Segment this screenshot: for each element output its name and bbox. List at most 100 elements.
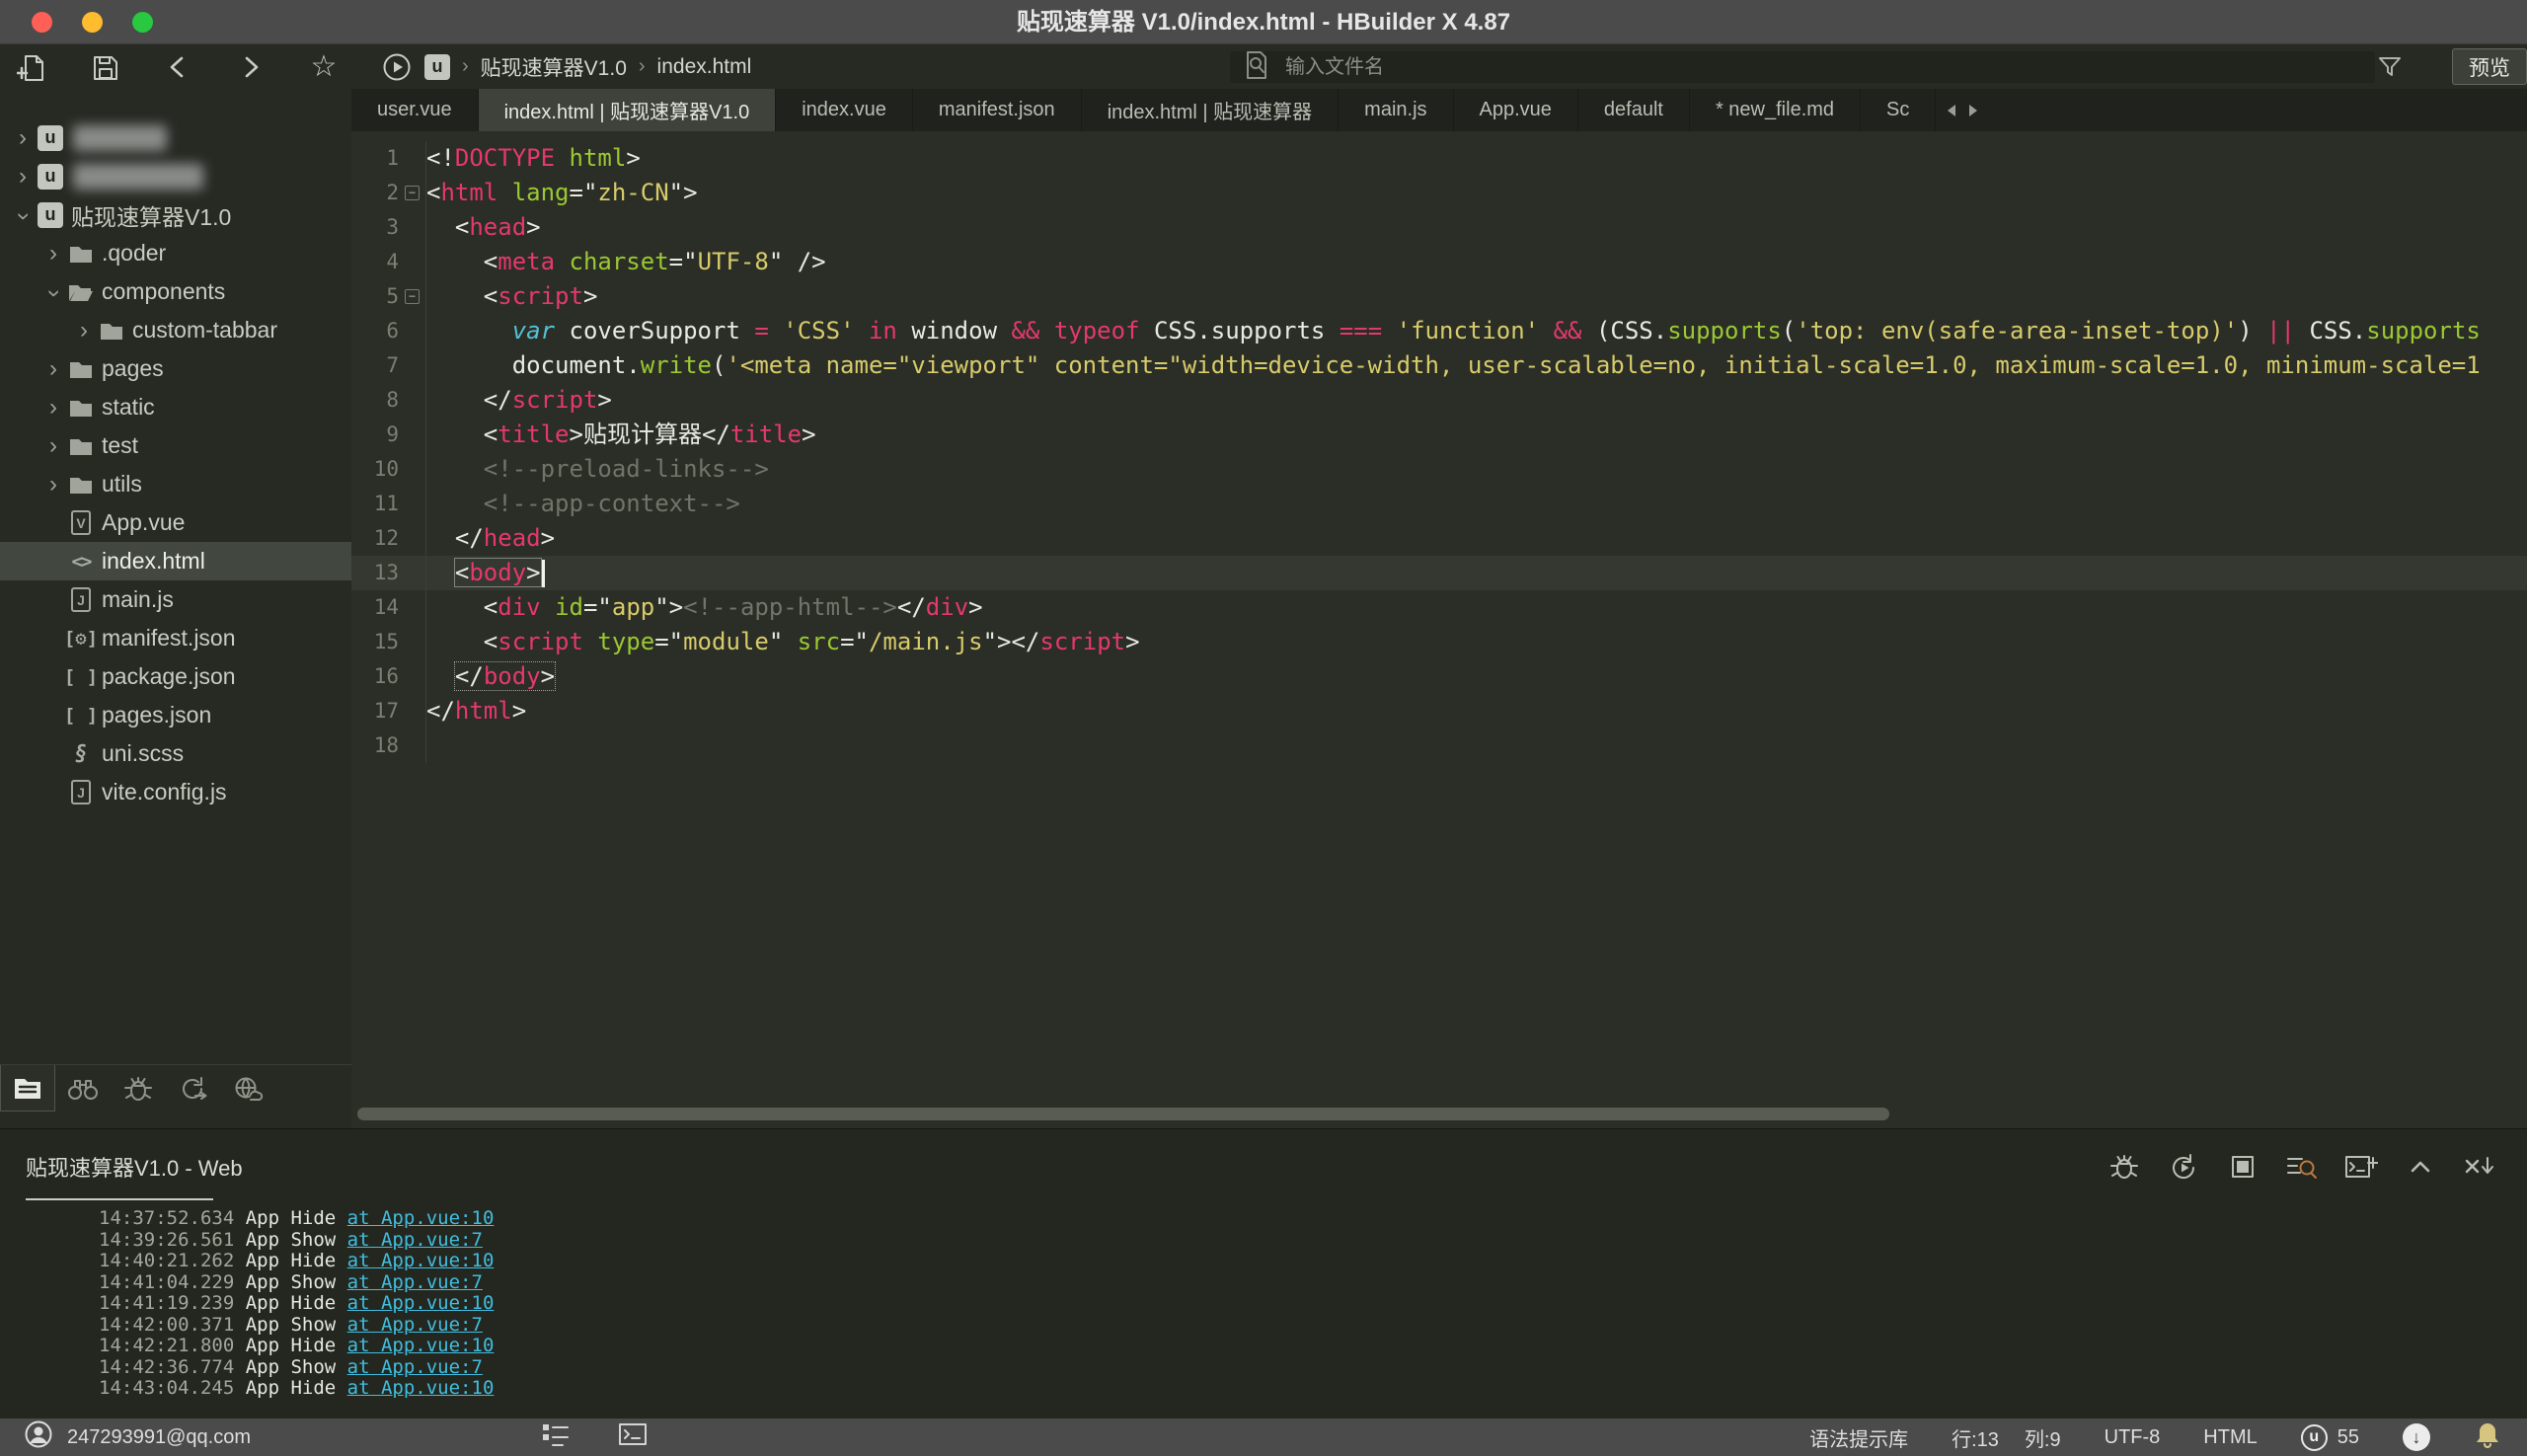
tree-item-.qoder[interactable]: ›.qoder [0,234,351,272]
web-panel-button[interactable] [221,1065,276,1111]
chevron-collapsed-icon[interactable]: › [42,242,64,266]
chevron-collapsed-icon[interactable]: › [42,396,64,420]
editor-tab[interactable]: Sc [1861,89,1936,131]
editor-tab[interactable]: * new_file.md [1690,89,1861,131]
code-line-15[interactable]: 15 <script type="module" src="/main.js">… [351,625,2527,659]
back-button[interactable] [160,49,195,85]
horizontal-scrollbar[interactable] [351,1108,2527,1120]
log-source-link[interactable]: at App.vue:7 [347,1356,483,1378]
cursor-line[interactable]: 行:13 [1952,1423,1999,1452]
search-panel-button[interactable] [55,1065,111,1111]
code-line-4[interactable]: 4 <meta charset="UTF-8" /> [351,245,2527,279]
stop-button[interactable] [2223,1147,2262,1187]
tree-item-App.vue[interactable]: VApp.vue [0,503,351,542]
editor-tab[interactable]: manifest.json [913,89,1082,131]
scrollbar-thumb[interactable] [357,1108,1889,1120]
outline-icon[interactable] [541,1421,571,1447]
chevron-expanded-icon[interactable]: › [42,282,66,304]
code-line-13[interactable]: 13 <body> [351,556,2527,590]
chevron-expanded-icon[interactable]: › [12,205,36,227]
new-file-button[interactable] [14,49,49,85]
code-line-16[interactable]: 16 </body> [351,659,2527,694]
code-line-5[interactable]: 5− <script> [351,279,2527,314]
fold-toggle-icon[interactable]: − [399,176,426,210]
editor-tab[interactable]: main.js [1339,89,1453,131]
filter-icon[interactable] [2377,54,2403,80]
filter-icon[interactable] [2377,54,2403,85]
code-line-2[interactable]: 2−<html lang="zh-CN"> [351,176,2527,210]
log-source-link[interactable]: at App.vue:7 [347,1271,483,1293]
file-search-box[interactable] [1230,51,2375,83]
log-source-link[interactable]: at App.vue:10 [347,1377,495,1399]
chevron-collapsed-icon[interactable]: › [42,473,64,497]
code-line-18[interactable]: 18 [351,728,2527,763]
log-source-link[interactable]: at App.vue:10 [347,1207,495,1229]
code-line-17[interactable]: 17</html> [351,694,2527,728]
code-line-3[interactable]: 3 <head> [351,210,2527,245]
tree-item-vite.config.js[interactable]: Jvite.config.js [0,773,351,811]
code-line-14[interactable]: 14 <div id="app"><!--app-html--></div> [351,590,2527,625]
notification-bell-icon[interactable] [2474,1419,2501,1455]
clear-button[interactable] [2460,1147,2499,1187]
new-terminal-button[interactable] [2341,1147,2381,1187]
files-panel-button[interactable] [0,1065,55,1111]
log-source-link[interactable]: at App.vue:7 [347,1229,483,1251]
chevron-collapsed-icon[interactable]: › [12,165,34,189]
tree-item-custom-tabbar[interactable]: ›custom-tabbar [0,311,351,349]
account-email[interactable]: 247293991@qq.com [67,1426,251,1449]
message-bubble-icon[interactable]: u [2301,1424,2328,1451]
code-line-7[interactable]: 7 document.write('<meta name="viewport" … [351,348,2527,383]
tree-item-uni.scss[interactable]: §uni.scss [0,734,351,773]
encoding-label[interactable]: UTF-8 [2105,1426,2161,1449]
log-source-link[interactable]: at App.vue:7 [347,1314,483,1336]
collapse-button[interactable] [2401,1147,2440,1187]
code-line-8[interactable]: 8 </script> [351,383,2527,418]
debug-panel-button[interactable] [111,1065,166,1111]
outline-icon[interactable] [541,1421,571,1453]
chevron-collapsed-icon[interactable]: › [12,126,34,150]
log-source-link[interactable]: at App.vue:10 [347,1250,495,1271]
chevron-collapsed-icon[interactable]: › [73,319,95,343]
editor-tab[interactable]: index.html | 贴现速算器V1.0 [479,89,777,131]
editor-tab[interactable]: App.vue [1454,89,1578,131]
code-line-1[interactable]: 1<!DOCTYPE html> [351,141,2527,176]
tree-item-utils[interactable]: ›utils [0,465,351,503]
tree-item-main.js[interactable]: Jmain.js [0,580,351,619]
tree-item-贴现速算器V1.0[interactable]: ›u贴现速算器V1.0 [0,195,351,234]
log-source-link[interactable]: at App.vue:10 [347,1335,495,1356]
star-button[interactable]: ☆ [306,49,342,85]
language-label[interactable]: HTML [2203,1426,2257,1449]
restart-button[interactable] [2164,1147,2203,1187]
update-download-icon[interactable]: ↓ [2403,1423,2430,1451]
forward-button[interactable] [233,49,268,85]
search-logs-button[interactable] [2282,1147,2322,1187]
search-input[interactable] [1285,56,2174,79]
run-button[interactable] [379,49,415,85]
chevron-collapsed-icon[interactable]: › [42,434,64,458]
syntax-hint-label[interactable]: 语法提示库 [1809,1423,1908,1452]
tab-scroll-left-icon[interactable] [1946,104,1957,117]
tree-item-test[interactable]: ›test [0,426,351,465]
terminal-icon[interactable] [618,1420,650,1454]
code-line-6[interactable]: 6 var coverSupport = 'CSS' in window && … [351,314,2527,348]
console-tab[interactable]: 贴现速算器V1.0 - Web [26,1151,243,1183]
sync-panel-button[interactable] [166,1065,221,1111]
log-source-link[interactable]: at App.vue:10 [347,1292,495,1314]
cursor-col[interactable]: 列:9 [2025,1423,2061,1452]
tree-item-package.json[interactable]: [ ]package.json [0,657,351,696]
tree-item-redacted[interactable]: ›u [0,157,351,195]
editor-tab[interactable]: user.vue [351,89,479,131]
editor-tab[interactable]: index.vue [776,89,913,131]
debug-button[interactable] [2105,1147,2144,1187]
editor-tab[interactable]: default [1578,89,1690,131]
code-line-9[interactable]: 9 <title>贴现计算器</title> [351,418,2527,452]
save-button[interactable] [87,49,122,85]
fold-toggle-icon[interactable]: − [399,279,426,314]
chevron-collapsed-icon[interactable]: › [42,357,64,381]
notification-bell-icon[interactable] [2474,1419,2501,1455]
tab-scroll-right-icon[interactable] [1967,104,1979,117]
tree-item-index.html[interactable]: <>index.html [0,542,351,580]
editor-tab[interactable]: index.html | 贴现速算器 [1082,89,1339,131]
tree-item-manifest.json[interactable]: [⚙]manifest.json [0,619,351,657]
tree-item-pages.json[interactable]: [ ]pages.json [0,696,351,734]
